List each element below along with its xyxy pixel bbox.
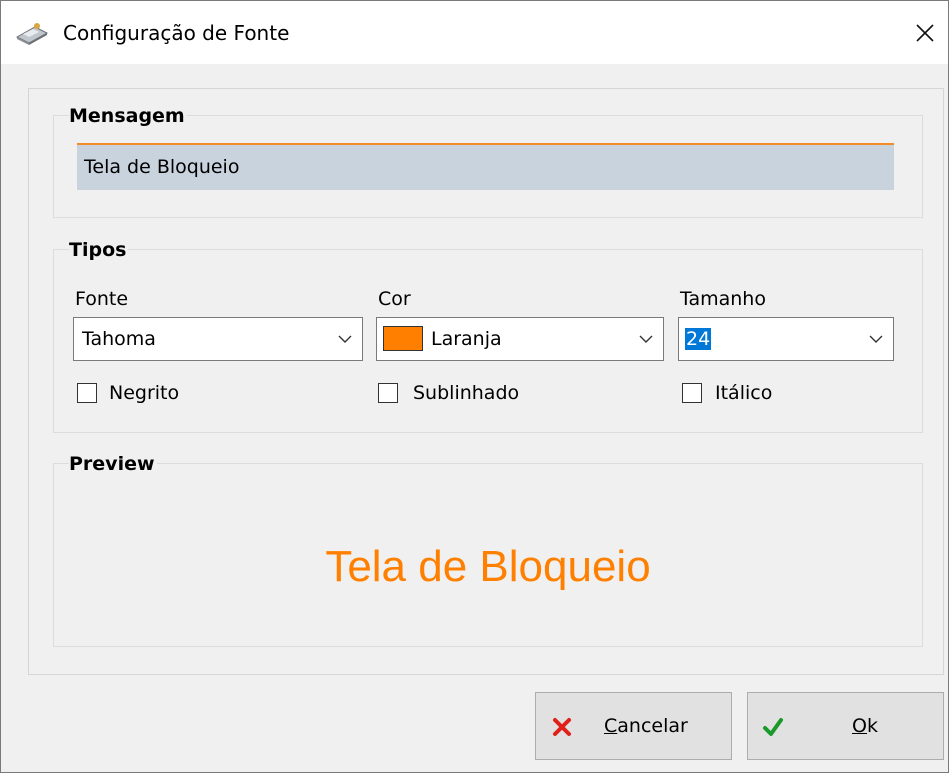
color-swatch — [383, 326, 423, 351]
tamanho-label: Tamanho — [680, 288, 766, 310]
message-field[interactable]: Tela de Bloqueio — [77, 143, 894, 190]
cancel-label: Cancelar — [604, 714, 688, 738]
font-config-dialog: Configuração de Fonte Mensagem Tela de B… — [0, 0, 949, 773]
negrito-checkbox[interactable] — [77, 383, 97, 403]
message-value: Tela de Bloqueio — [84, 156, 240, 178]
cor-select[interactable]: Laranja — [376, 317, 664, 361]
title-bar: Configuração de Fonte — [1, 1, 948, 64]
sublinhado-checkbox[interactable] — [378, 383, 398, 403]
cancel-label-rest: ancelar — [617, 715, 688, 737]
close-icon — [916, 23, 934, 42]
close-button[interactable] — [902, 1, 948, 64]
ok-mnemonic: O — [852, 715, 867, 737]
chevron-down-icon — [338, 335, 352, 343]
italico-label: Itálico — [715, 382, 773, 404]
tamanho-select[interactable]: 24 — [678, 317, 894, 361]
ok-label-rest: k — [866, 715, 878, 737]
fonte-label: Fonte — [75, 288, 129, 310]
tamanho-value: 24 — [685, 327, 712, 351]
window-title: Configuração de Fonte — [63, 21, 290, 45]
tamanho-selected-text: 24 — [685, 328, 712, 350]
ok-button[interactable]: Ok — [747, 692, 944, 760]
preview-group-title: Preview — [69, 453, 157, 475]
keyboard-icon — [15, 23, 49, 45]
chevron-down-icon — [639, 335, 653, 343]
mensagem-group-title: Mensagem — [69, 105, 187, 127]
tipos-group-title: Tipos — [69, 239, 129, 261]
fonte-value: Tahoma — [82, 328, 156, 350]
preview-group: Tela de Bloqueio — [53, 463, 923, 647]
fonte-select[interactable]: Tahoma — [73, 317, 363, 361]
cancel-button[interactable]: Cancelar — [535, 692, 732, 760]
italico-checkbox[interactable] — [682, 383, 702, 403]
cancel-mnemonic: C — [604, 715, 618, 737]
cor-label: Cor — [378, 288, 411, 310]
preview-text: Tela de Bloqueio — [325, 542, 651, 591]
negrito-label: Negrito — [109, 382, 180, 404]
red-x-icon — [553, 718, 571, 736]
cor-value: Laranja — [431, 328, 502, 350]
green-check-icon — [763, 718, 783, 736]
ok-label: Ok — [852, 714, 878, 738]
sublinhado-label: Sublinhado — [413, 382, 520, 404]
chevron-down-icon — [869, 335, 883, 343]
